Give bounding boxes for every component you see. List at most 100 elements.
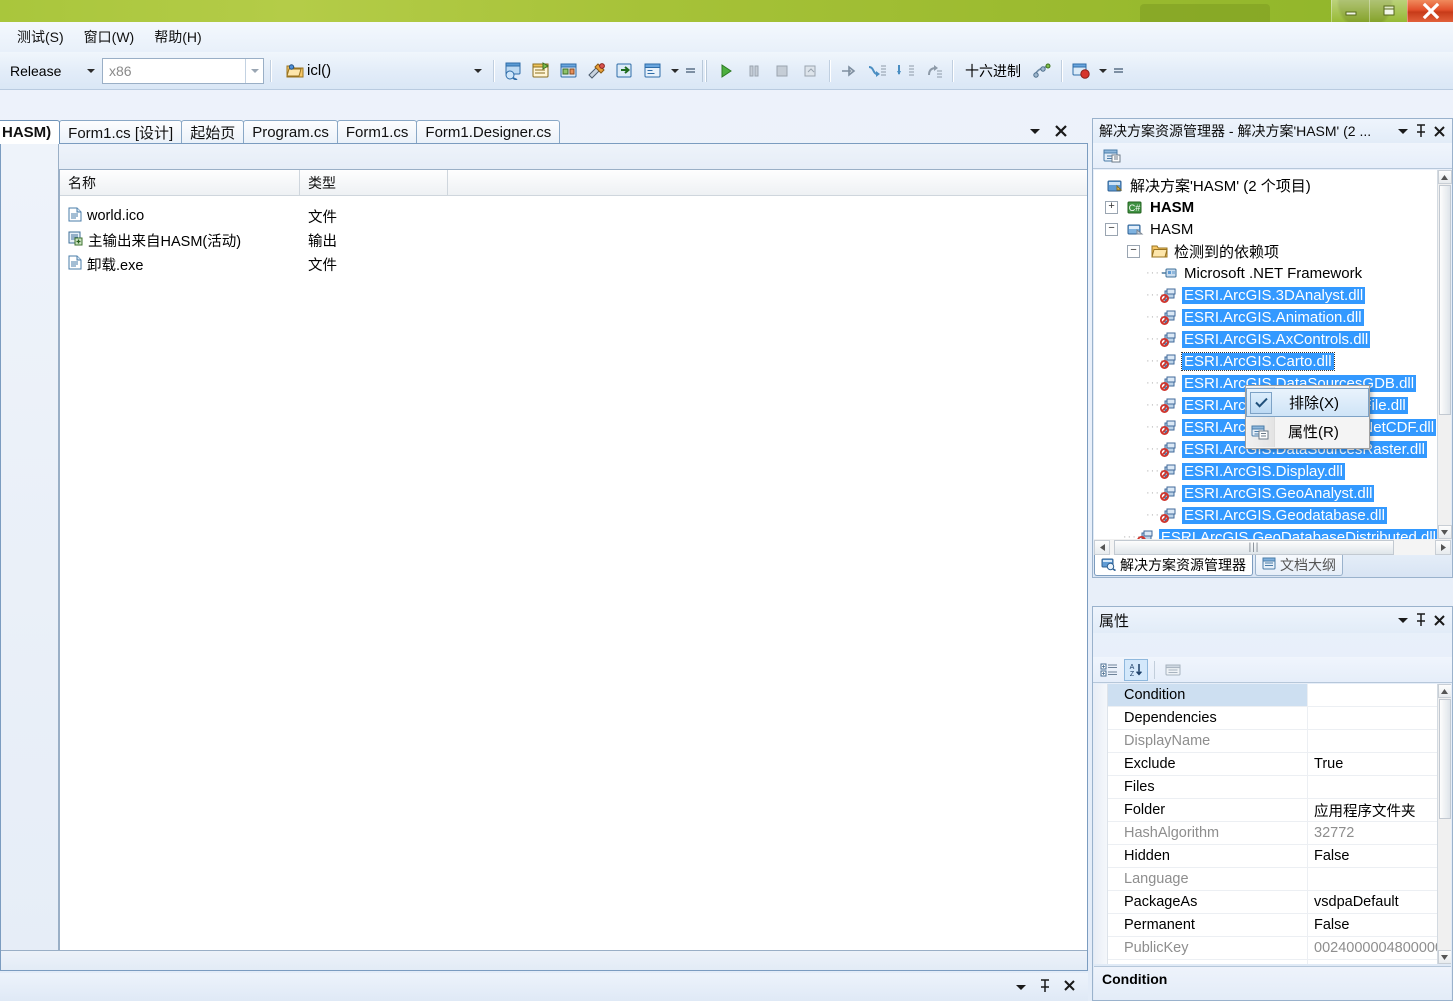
- solution-tree[interactable]: 解决方案'HASM' (2 个项目) + C# HASM − HASM − 检测…: [1094, 170, 1438, 539]
- property-row-exclude[interactable]: Exclude True: [1108, 753, 1451, 776]
- vscroll-thumb[interactable]: [1438, 185, 1451, 415]
- property-value[interactable]: 应用程序文件夹: [1308, 800, 1451, 821]
- property-value[interactable]: True: [1308, 756, 1451, 772]
- tree-node-dll[interactable]: ···· ESRI.ArcGIS.AxControls.dll: [1094, 328, 1438, 350]
- close-icon[interactable]: [1063, 979, 1076, 995]
- step-into-debug-button[interactable]: [864, 58, 890, 84]
- pin-icon[interactable]: [1412, 124, 1430, 138]
- stop-debugging-button[interactable]: [769, 58, 795, 84]
- context-menu-properties[interactable]: 属性(R): [1246, 417, 1369, 446]
- chevron-down-icon[interactable]: [245, 58, 263, 83]
- hscroll-track[interactable]: |||: [1110, 539, 1435, 555]
- step-over-button[interactable]: [892, 58, 918, 84]
- property-row-displayname[interactable]: DisplayName: [1108, 730, 1451, 753]
- dock-tab-solution-explorer[interactable]: 解决方案资源管理器: [1094, 555, 1253, 576]
- panel-dropdown-icon[interactable]: [1394, 127, 1412, 136]
- tree-node-dll[interactable]: ···· ESRI.ArcGIS.3DAnalyst.dll: [1094, 284, 1438, 306]
- pin-icon[interactable]: [1412, 613, 1430, 627]
- context-menu-exclude[interactable]: 排除(X): [1246, 388, 1369, 417]
- toolbar-drag-handle[interactable]: [702, 59, 708, 82]
- chevron-down-icon[interactable]: [469, 58, 487, 84]
- menu-help[interactable]: 帮助(H): [145, 23, 210, 51]
- object-browser-button[interactable]: [556, 58, 582, 84]
- tree-node-dll[interactable]: ···· ESRI.ArcGIS.GeoAnalyst.dll: [1094, 482, 1438, 504]
- tree-node-dotnet-framework[interactable]: ···· Microsoft .NET Framework: [1094, 262, 1438, 284]
- panel-dropdown-icon[interactable]: [1394, 616, 1412, 625]
- step-into-button[interactable]: [612, 58, 638, 84]
- panel-dropdown-icon[interactable]: [1015, 980, 1027, 995]
- hex-display-label[interactable]: 十六进制: [959, 61, 1027, 81]
- property-row-language[interactable]: Language: [1108, 868, 1451, 891]
- maximize-button[interactable]: [1369, 0, 1407, 22]
- tree-node-dll[interactable]: ···· ESRI.ArcGIS.Animation.dll: [1094, 306, 1438, 328]
- menu-test[interactable]: 测试(S): [8, 23, 73, 51]
- close-icon[interactable]: [1430, 614, 1448, 627]
- minimize-button[interactable]: [1331, 0, 1369, 22]
- tab-start-page[interactable]: 起始页: [181, 120, 245, 144]
- scroll-down-arrow-icon[interactable]: [1437, 950, 1451, 964]
- property-row-hashalgorithm[interactable]: HashAlgorithm 32772: [1108, 822, 1451, 845]
- tree-node-dll-carto[interactable]: ···· ESRI.ArcGIS.Carto.dll: [1094, 350, 1438, 372]
- property-row-condition[interactable]: Condition: [1108, 684, 1451, 707]
- step-out-button[interactable]: [920, 58, 946, 84]
- alphabetical-button[interactable]: A Z: [1124, 658, 1148, 681]
- tools-options-button[interactable]: [584, 58, 610, 84]
- toolbar-overflow-chevron[interactable]: [668, 58, 682, 84]
- chevron-down-icon[interactable]: [1096, 58, 1110, 84]
- active-files-dropdown-icon[interactable]: [1028, 126, 1042, 136]
- tab-form1-designer-cs[interactable]: Form1.Designer.cs: [416, 120, 561, 144]
- tree-node-project-hasm-csharp[interactable]: + C# HASM: [1094, 196, 1438, 218]
- toolbar-options-button[interactable]: [1112, 58, 1125, 84]
- context-menu[interactable]: 排除(X) 属性(R): [1245, 385, 1370, 449]
- property-value[interactable]: vsdpaDefault: [1308, 894, 1451, 910]
- expander-minus-icon[interactable]: −: [1105, 222, 1118, 236]
- tree-node-dll[interactable]: ···· ESRI.ArcGIS.Geodatabase.dll: [1094, 504, 1438, 526]
- property-row-dependencies[interactable]: Dependencies: [1108, 707, 1451, 730]
- pin-icon[interactable]: [1039, 978, 1051, 996]
- breakpoints-button[interactable]: [1068, 58, 1094, 84]
- menu-window[interactable]: 窗口(W): [75, 23, 144, 51]
- property-value[interactable]: 0024000004800000: [1308, 940, 1451, 956]
- expander-minus-icon[interactable]: −: [1127, 244, 1140, 258]
- window-controls[interactable]: [1331, 0, 1453, 22]
- tree-node-detected-dependencies[interactable]: − 检测到的依赖项: [1094, 240, 1438, 262]
- scroll-up-arrow-icon[interactable]: [1437, 684, 1451, 698]
- expander-plus-icon[interactable]: +: [1105, 200, 1118, 214]
- close-document-icon[interactable]: [1054, 124, 1068, 138]
- property-row-folder[interactable]: Folder 应用程序文件夹: [1108, 799, 1451, 822]
- tree-node-solution[interactable]: 解决方案'HASM' (2 个项目): [1094, 174, 1438, 196]
- property-value[interactable]: 8FC3CC631E44AD: [1308, 963, 1451, 964]
- tab-form1-designer-view[interactable]: Form1.cs [设计]: [59, 120, 183, 144]
- property-value[interactable]: False: [1308, 848, 1451, 864]
- pause-button[interactable]: [741, 58, 767, 84]
- tab-form1-cs[interactable]: Form1.cs: [336, 120, 418, 144]
- startup-project-combo[interactable]: icl(): [277, 58, 487, 84]
- solution-tree-vscrollbar[interactable]: [1437, 170, 1452, 539]
- platform-combo[interactable]: x86: [102, 57, 264, 84]
- solution-tree-hscrollbar[interactable]: |||: [1094, 539, 1451, 555]
- close-button[interactable]: [1407, 0, 1453, 22]
- vscroll-thumb[interactable]: [1438, 699, 1451, 819]
- property-row-files[interactable]: Files: [1108, 776, 1451, 799]
- properties-window-button[interactable]: [528, 58, 554, 84]
- property-row-publickeytoken[interactable]: PublicKeyToken 8FC3CC631E44AD: [1108, 960, 1451, 964]
- tree-node-dll[interactable]: ···· ESRI.ArcGIS.Display.dll: [1094, 460, 1438, 482]
- properties-vscrollbar[interactable]: [1437, 684, 1451, 964]
- property-row-packageas[interactable]: PackageAs vsdpaDefault: [1108, 891, 1451, 914]
- table-row[interactable]: world.ico 文件: [60, 204, 1087, 228]
- configuration-combo[interactable]: Release: [4, 58, 100, 84]
- column-header-type[interactable]: 类型: [300, 170, 448, 195]
- column-header-name[interactable]: 名称: [60, 170, 300, 195]
- property-value[interactable]: 32772: [1308, 825, 1451, 841]
- tab-program-cs[interactable]: Program.cs: [243, 120, 338, 144]
- properties-button[interactable]: [1099, 143, 1125, 169]
- new-query-window-button[interactable]: [500, 58, 526, 84]
- categorized-button[interactable]: [1097, 659, 1121, 681]
- dock-tab-document-outline[interactable]: 文档大纲: [1255, 555, 1343, 576]
- scroll-down-arrow-icon[interactable]: [1437, 525, 1452, 539]
- scroll-left-arrow-icon[interactable]: [1094, 539, 1110, 555]
- start-debugging-button[interactable]: [713, 58, 739, 84]
- property-row-hidden[interactable]: Hidden False: [1108, 845, 1451, 868]
- scroll-right-arrow-icon[interactable]: [1435, 539, 1451, 555]
- property-row-publickey[interactable]: PublicKey 0024000004800000: [1108, 937, 1451, 960]
